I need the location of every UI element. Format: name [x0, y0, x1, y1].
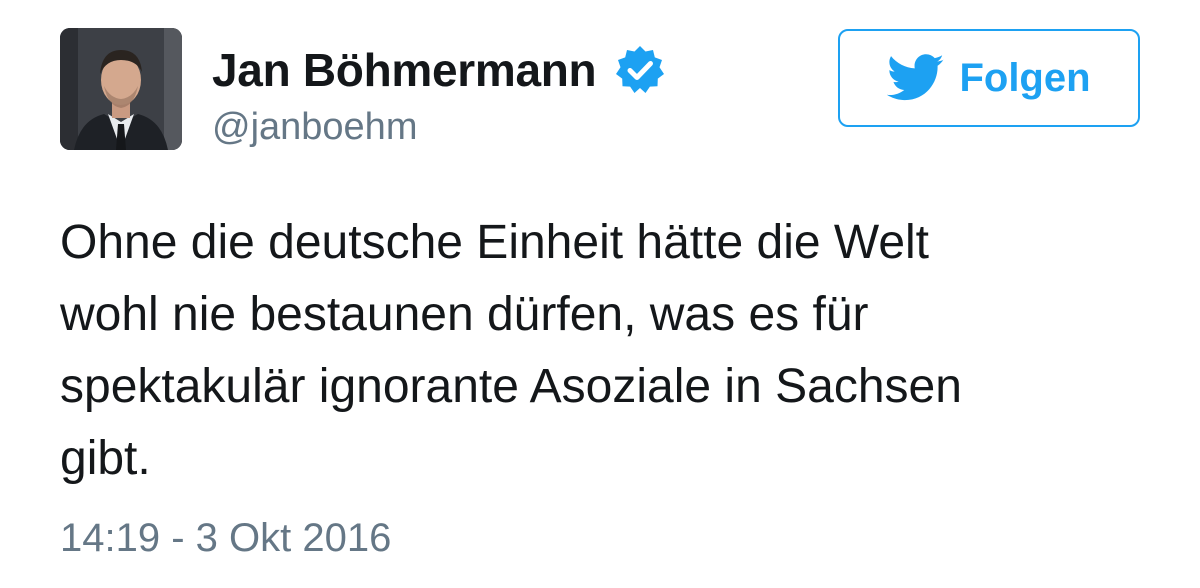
tweet-text-line: spektakulär ignorante Asoziale in Sachse…: [60, 360, 962, 413]
follow-button[interactable]: Folgen: [838, 29, 1140, 127]
tweet-card: Jan Böhmermann @janboehm Folgen Ohne die…: [0, 0, 1200, 588]
author-handle[interactable]: @janboehm: [212, 108, 417, 146]
tweet-text-line: wohl nie bestaunen dürfen, was es für: [60, 288, 869, 341]
avatar-image: [60, 28, 182, 150]
tweet-text: Ohne die deutsche Einheit hätte die Welt…: [60, 207, 1150, 495]
avatar[interactable]: [60, 28, 182, 150]
verified-badge-icon: [614, 44, 666, 96]
tweet-text-line: Ohne die deutsche Einheit hätte die Welt: [60, 216, 930, 269]
author-name-row: Jan Böhmermann: [212, 40, 666, 100]
tweet-text-line: gibt.: [60, 432, 151, 485]
twitter-bird-icon: [887, 54, 945, 102]
follow-button-label: Folgen: [959, 56, 1091, 100]
tweet-timestamp[interactable]: 14:19 - 3 Okt 2016: [60, 518, 391, 558]
author-display-name[interactable]: Jan Böhmermann: [212, 47, 597, 93]
